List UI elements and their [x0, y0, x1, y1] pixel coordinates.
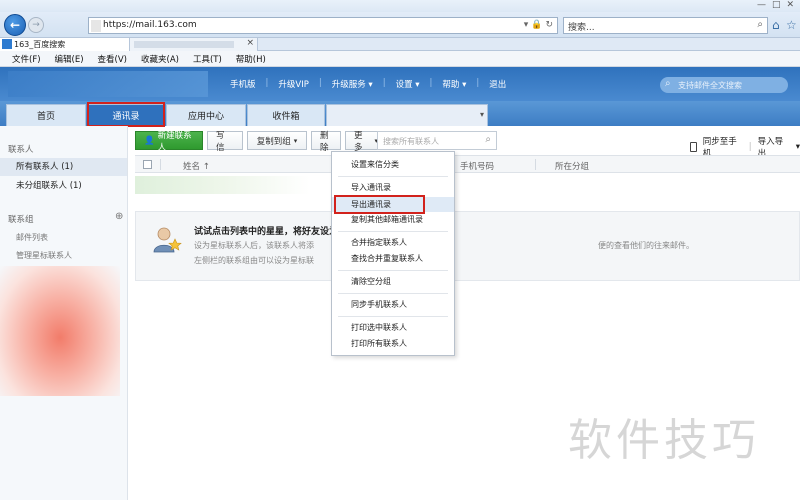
- hint-line-1-end: 便的查看他们的往来邮件。: [598, 241, 694, 250]
- add-group-icon[interactable]: ⊕: [115, 211, 123, 222]
- phone-icon: [690, 142, 697, 152]
- chevron-down-icon: ▾: [293, 136, 298, 145]
- tab-contacts[interactable]: 通讯录: [87, 102, 165, 127]
- contacts-table-header: 姓名 ↑ 手机号码 所在分组: [135, 155, 800, 173]
- menu-item-copy-other-mailbox[interactable]: 复制其他邮箱通讯录: [332, 212, 454, 227]
- baidu-icon: [2, 39, 12, 49]
- tab-inbox[interactable]: 收件箱: [247, 104, 325, 126]
- sidebar-item-manage-starred[interactable]: 管理星标联系人: [16, 250, 72, 261]
- menu-item-find-merge-duplicates[interactable]: 查找合并重复联系人: [332, 251, 454, 266]
- link-mobile[interactable]: 手机版: [230, 78, 256, 90]
- menu-item-sync-phone-contacts[interactable]: 同步手机联系人: [332, 297, 454, 312]
- favorites-star-icon[interactable]: ☆: [786, 18, 797, 32]
- tab-blurred[interactable]: ▾: [326, 104, 488, 126]
- highlight-box: [334, 195, 425, 214]
- back-button[interactable]: ←: [4, 14, 26, 36]
- browser-tab-title: 163_百度搜索: [14, 40, 66, 49]
- table-row-blurred[interactable]: [135, 176, 310, 194]
- address-row: ← → https://mail.163.com ▾ 🔒 ↻ 搜索... ⌕ ⌂…: [0, 12, 800, 38]
- maximize-button[interactable]: □: [772, 0, 781, 10]
- hint-line-2: 左侧栏的联系组由可以设为星标联: [194, 256, 314, 265]
- menu-item-print-selected[interactable]: 打印选中联系人: [332, 320, 454, 335]
- dropdown-arrow-icon[interactable]: ▾: [524, 20, 529, 30]
- sidebar-heading-contacts: 联系人: [8, 145, 34, 155]
- refresh-icon[interactable]: ↻: [545, 20, 553, 30]
- sidebar-item-mail-list[interactable]: 邮件列表: [16, 232, 48, 243]
- forward-arrow-icon: →: [32, 20, 40, 30]
- tab-app-center[interactable]: 应用中心: [166, 104, 246, 126]
- lock-icon: 🔒: [531, 20, 543, 30]
- close-window-button[interactable]: ✕: [786, 0, 794, 10]
- mail-nav-tabs: 首页 通讯录 应用中心 收件箱 ▾: [0, 101, 800, 127]
- mail-search-placeholder: 支持邮件全文搜索: [678, 81, 742, 90]
- column-group[interactable]: 所在分组: [555, 160, 589, 172]
- tab-title-blurred: [134, 41, 234, 48]
- contact-search-placeholder: 搜索所有联系人: [383, 137, 439, 146]
- add-user-icon: 👤: [144, 135, 155, 146]
- mail-header: 手机版 | 升级VIP | 升级服务 ▾ | 设置 ▾ | 帮助 ▾ | 退出 …: [0, 67, 800, 101]
- window-titlebar: — □ ✕: [0, 0, 800, 12]
- site-favicon: [91, 20, 101, 32]
- mail-search-input[interactable]: ⌕ 支持邮件全文搜索: [660, 77, 788, 93]
- hint-line-1: 设为星标联系人后，该联系人将添: [194, 241, 314, 250]
- address-bar[interactable]: https://mail.163.com ▾ 🔒 ↻: [88, 17, 558, 34]
- sidebar-blurred-area: [0, 266, 120, 396]
- column-phone[interactable]: 手机号码: [460, 160, 494, 172]
- menu-file[interactable]: 文件(F): [12, 53, 41, 65]
- browser-search-placeholder: 搜索...: [568, 23, 595, 33]
- tab-home[interactable]: 首页: [6, 104, 86, 126]
- search-icon: ⌕: [665, 78, 671, 89]
- column-name[interactable]: 姓名 ↑: [183, 160, 210, 172]
- url-text: https://mail.163.com: [103, 20, 197, 30]
- copy-to-group-button[interactable]: 复制到组 ▾: [247, 131, 307, 150]
- browser-tab-mail[interactable]: ×: [130, 38, 258, 51]
- menu-item-merge-selected[interactable]: 合并指定联系人: [332, 235, 454, 250]
- search-icon[interactable]: ⌕: [757, 19, 763, 30]
- contacts-sidebar: 联系人 所有联系人 (1) 未分组联系人 (1) 联系组 ⊕ 邮件列表 管理星标…: [0, 126, 128, 500]
- search-icon[interactable]: ⌕: [485, 134, 491, 145]
- menu-favorites[interactable]: 收藏夹(A): [141, 53, 179, 65]
- delete-button[interactable]: 删 除: [311, 131, 341, 153]
- select-all-checkbox[interactable]: [143, 160, 152, 169]
- contact-search-input[interactable]: 搜索所有联系人 ⌕: [377, 131, 497, 150]
- write-button[interactable]: 写 信: [207, 131, 243, 153]
- browser-menubar: 文件(F) 编辑(E) 查看(V) 收藏夹(A) 工具(T) 帮助(H): [0, 51, 800, 67]
- window-controls: — □ ✕: [757, 0, 794, 10]
- chevron-down-icon[interactable]: ▾: [480, 110, 484, 119]
- link-help[interactable]: 帮助 ▾: [442, 78, 466, 90]
- minimize-button[interactable]: —: [757, 0, 766, 10]
- link-settings[interactable]: 设置 ▾: [396, 78, 420, 90]
- header-links: 手机版 | 升级VIP | 升级服务 ▾ | 设置 ▾ | 帮助 ▾ | 退出: [230, 78, 507, 90]
- watermark-text: 软件技巧: [568, 415, 760, 466]
- browser-tab-row: 163_百度搜索 ×: [0, 38, 800, 51]
- sidebar-item-all-contacts[interactable]: 所有联系人 (1): [0, 158, 127, 176]
- browser-tab-active[interactable]: 163_百度搜索: [0, 38, 130, 51]
- menu-edit[interactable]: 编辑(E): [55, 53, 84, 65]
- menu-view[interactable]: 查看(V): [98, 53, 127, 65]
- contact-star-avatar-icon: [153, 227, 182, 253]
- forward-button[interactable]: →: [28, 17, 44, 33]
- sidebar-item-ungrouped[interactable]: 未分组联系人 (1): [0, 177, 127, 195]
- menu-item-print-all[interactable]: 打印所有联系人: [332, 336, 454, 351]
- menu-item-clear-empty-groups[interactable]: 清除空分组: [332, 274, 454, 289]
- chevron-down-icon[interactable]: ▾: [796, 142, 800, 152]
- sidebar-heading-groups: 联系组: [8, 215, 34, 225]
- more-dropdown-menu: 设置来信分类 导入通讯录 导出通讯录 复制其他邮箱通讯录 合并指定联系人 查找合…: [331, 151, 455, 356]
- menu-item-set-mail-category[interactable]: 设置来信分类: [332, 157, 454, 172]
- home-icon[interactable]: ⌂: [772, 18, 780, 32]
- link-upgrade-service[interactable]: 升级服务 ▾: [332, 78, 373, 90]
- close-tab-icon[interactable]: ×: [246, 38, 254, 48]
- back-arrow-icon: ←: [9, 18, 21, 32]
- menu-tools[interactable]: 工具(T): [193, 53, 222, 65]
- link-upgrade-vip[interactable]: 升级VIP: [278, 78, 308, 90]
- contacts-toolbar: 👤新建联系人 写 信 复制到组▾ 删 除 更 多▾: [135, 131, 387, 153]
- menu-item-import-contacts[interactable]: 导入通讯录: [332, 180, 454, 195]
- browser-search-bar[interactable]: 搜索... ⌕: [563, 17, 768, 34]
- highlight-box: [87, 102, 165, 127]
- starred-contacts-hint: 试试点击列表中的星星，将好友设为星标联系人 设为星标联系人后，该联系人将添 便的…: [135, 211, 800, 281]
- mail-logo-blurred: [8, 71, 208, 97]
- menu-help[interactable]: 帮助(H): [236, 53, 266, 65]
- new-contact-button[interactable]: 👤 新建联系人: [135, 131, 203, 153]
- link-logout[interactable]: 退出: [489, 78, 506, 90]
